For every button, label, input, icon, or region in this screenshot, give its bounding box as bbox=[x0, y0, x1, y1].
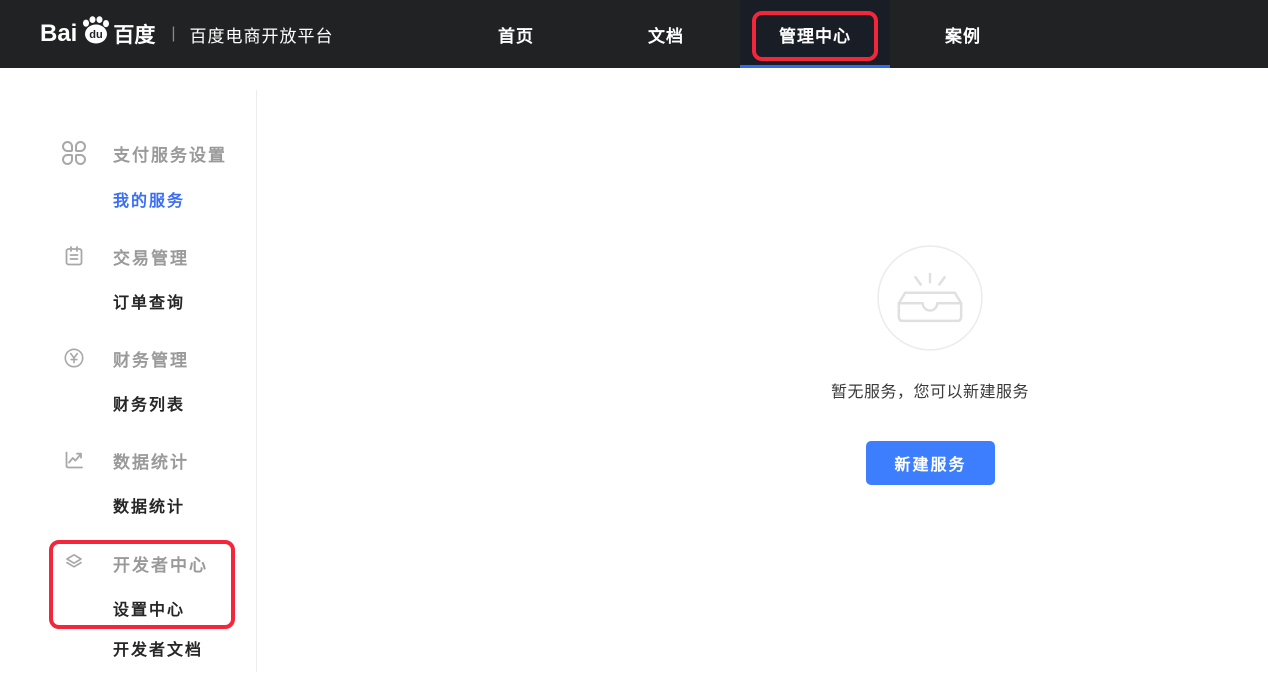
platform-name: 百度电商开放平台 bbox=[190, 22, 334, 47]
empty-inbox-icon bbox=[876, 244, 984, 357]
nav-item-home[interactable]: 首页 bbox=[498, 0, 534, 68]
nav-item-cases[interactable]: 案例 bbox=[945, 0, 981, 68]
clover-apps-icon bbox=[62, 141, 86, 165]
sidebar-item-finance-list[interactable]: 财务列表 bbox=[113, 390, 185, 416]
sidebar-group-finance-management[interactable]: 财务管理 bbox=[62, 345, 189, 371]
sidebar-group-label: 开发者中心 bbox=[113, 551, 208, 576]
sidebar-group-developer-center[interactable]: 开发者中心 bbox=[62, 550, 208, 576]
sidebar-divider bbox=[256, 90, 257, 672]
sidebar-item-data-statistics[interactable]: 数据统计 bbox=[113, 492, 185, 518]
sidebar-group-data-statistics[interactable]: 数据统计 bbox=[62, 447, 189, 473]
layers-icon bbox=[62, 551, 86, 575]
notepad-icon bbox=[62, 244, 86, 268]
trend-chart-icon bbox=[62, 448, 86, 472]
baidu-paw-icon: du bbox=[78, 15, 112, 50]
nav-item-docs[interactable]: 文档 bbox=[648, 0, 684, 68]
logo-divider: | bbox=[171, 25, 175, 43]
baidu-logo[interactable]: Bai du 百度 | 百度电商开放平台 bbox=[40, 0, 334, 68]
logo-text-du: du bbox=[90, 29, 103, 41]
nav-item-management-center[interactable]: 管理中心 bbox=[779, 0, 851, 68]
sidebar-group-label: 交易管理 bbox=[113, 244, 189, 269]
logo-text-baidu-cn: 百度 bbox=[113, 19, 155, 49]
top-navbar: Bai du 百度 | 百度电商开放平台 首页 文档 管理中心 案例 bbox=[0, 0, 1268, 68]
sidebar-group-trade-management[interactable]: 交易管理 bbox=[62, 243, 189, 269]
sidebar-item-order-query[interactable]: 订单查询 bbox=[113, 288, 185, 314]
logo-text-bai: Bai bbox=[40, 20, 77, 48]
sidebar-item-settings-center[interactable]: 设置中心 bbox=[113, 595, 185, 621]
page: Bai du 百度 | 百度电商开放平台 首页 文档 管理中心 案例 bbox=[0, 0, 1268, 695]
yen-circle-icon bbox=[62, 346, 86, 370]
sidebar-group-label: 数据统计 bbox=[113, 448, 189, 473]
empty-state-message: 暂无服务，您可以新建服务 bbox=[831, 378, 1029, 402]
sidebar-group-label: 支付服务设置 bbox=[113, 141, 227, 166]
sidebar-group-payment-settings[interactable]: 支付服务设置 bbox=[62, 140, 227, 166]
sidebar-item-developer-docs[interactable]: 开发者文档 bbox=[113, 635, 203, 661]
create-service-button[interactable]: 新建服务 bbox=[866, 441, 995, 485]
sidebar-item-my-services[interactable]: 我的服务 bbox=[113, 186, 185, 212]
sidebar-group-label: 财务管理 bbox=[113, 346, 189, 371]
